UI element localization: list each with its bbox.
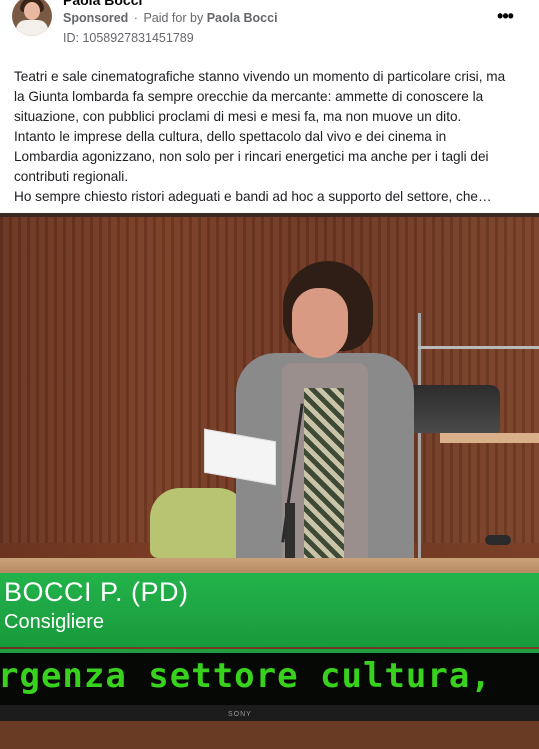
post-text-line: Teatri e sale cinematografiche stanno vi…: [14, 69, 506, 84]
tv-brand-logo: SONY: [228, 711, 252, 718]
speaker-dress: [304, 388, 344, 568]
post-text-line: la Giunta lombarda fa sempre orecchie da…: [14, 89, 484, 104]
post-text-line: contributi regionali.: [14, 169, 129, 184]
speaker-face: [292, 288, 348, 358]
railing-bar: [418, 346, 539, 349]
railing-post: [418, 313, 421, 563]
avatar-face: [24, 2, 40, 20]
microphone-right: [485, 535, 511, 545]
ad-post-card: Paola Bocci Sponsored · Paid for by Paol…: [0, 0, 539, 749]
tv-top-edge: [0, 213, 539, 217]
page-name[interactable]: Paola Bocci: [63, 0, 142, 8]
page-avatar[interactable]: [12, 0, 52, 36]
post-image[interactable]: BOCCI P. (PD) Consigliere rgenza settore…: [0, 213, 539, 749]
bench-edge: [440, 433, 539, 443]
avatar-body: [16, 20, 48, 36]
microphone-stand: [285, 503, 295, 563]
ad-id: ID: 1058927831451789: [63, 31, 194, 45]
post-text-line: situazione, con pubblici proclami di mes…: [14, 109, 462, 124]
caption-role: Consigliere: [4, 611, 105, 633]
desk: [0, 558, 539, 573]
post-text-line: Ho sempre chiesto ristori adeguati e ban…: [14, 189, 492, 204]
sponsored-meta: Sponsored · Paid for by Paola Bocci: [63, 11, 278, 25]
sponsored-label: Sponsored: [63, 11, 129, 25]
paid-for-name[interactable]: Paola Bocci: [207, 11, 278, 25]
more-dots-icon[interactable]: •••: [493, 6, 517, 26]
ticker-text: rgenza settore cultura,: [0, 656, 492, 696]
post-text-line: Lombardia agonizzano, non solo per i rin…: [14, 149, 489, 164]
caption-name: BOCCI P. (PD): [4, 577, 189, 607]
background-below-tv: [0, 721, 539, 749]
post-text-line: Intanto le imprese della cultura, dello …: [14, 129, 447, 144]
paid-for-prefix: Paid for by: [143, 11, 204, 25]
post-text: Teatri e sale cinematografiche stanno vi…: [14, 67, 528, 207]
jacket-on-chair: [150, 488, 248, 558]
meta-separator: ·: [133, 11, 138, 25]
chair: [405, 385, 500, 433]
